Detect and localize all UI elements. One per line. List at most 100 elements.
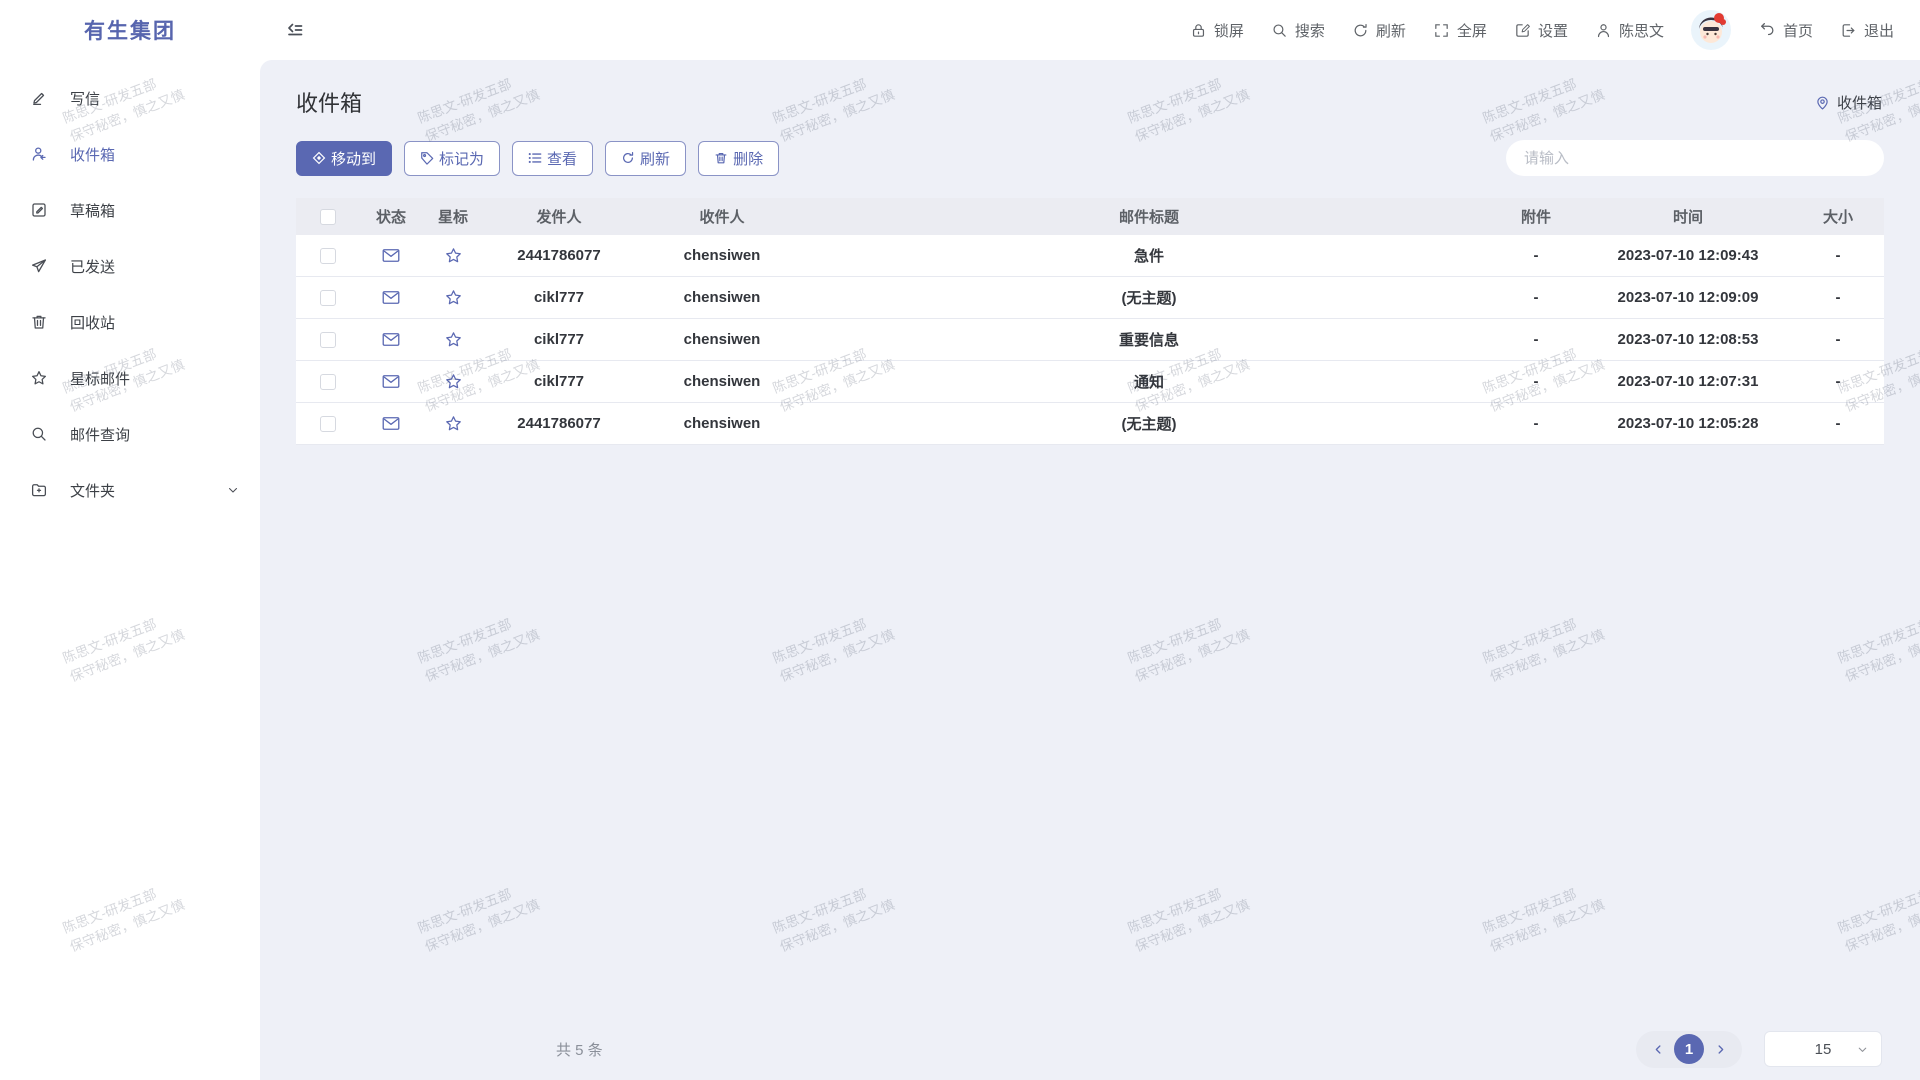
mail-subject: (无主题) [810, 413, 1488, 434]
mail-status-icon [382, 290, 400, 305]
refresh-icon [621, 151, 635, 165]
mail-row[interactable]: 2441786077 chensiwen (无主题) - 2023-07-10 … [296, 403, 1884, 445]
star-toggle-icon[interactable] [444, 372, 463, 391]
sidebar-item-compose[interactable]: 写信 [0, 70, 260, 126]
row-checkbox[interactable] [320, 290, 336, 306]
header-star: 星标 [422, 206, 484, 227]
home-button[interactable]: 首页 [1758, 20, 1813, 41]
page-number[interactable]: 1 [1674, 1034, 1704, 1064]
mail-row[interactable]: cikl777 chensiwen (无主题) - 2023-07-10 12:… [296, 277, 1884, 319]
refresh-list-button[interactable]: 刷新 [605, 141, 686, 176]
move-icon [312, 151, 326, 165]
view-button[interactable]: 查看 [512, 141, 593, 176]
inbox-user-icon [30, 145, 48, 163]
star-toggle-icon[interactable] [444, 246, 463, 265]
row-checkbox[interactable] [320, 332, 336, 348]
mail-size: - [1792, 289, 1884, 306]
pagination: 1 [1636, 1031, 1742, 1068]
mail-row[interactable]: cikl777 chensiwen 通知 - 2023-07-10 12:07:… [296, 361, 1884, 403]
mail-table-body: 2441786077 chensiwen 急件 - 2023-07-10 12:… [296, 235, 1884, 445]
panel-footer: 共 5 条 1 15 [556, 1030, 1882, 1068]
sidebar-collapse-button[interactable] [284, 20, 304, 40]
next-page-button[interactable] [1710, 1039, 1730, 1059]
mail-status-icon [382, 416, 400, 431]
topbar: 有生集团 锁屏 搜索 [0, 0, 1920, 60]
topbar-menu: 锁屏 搜索 刷新 全屏 [1190, 10, 1920, 50]
header-status: 状态 [360, 206, 422, 227]
draft-icon [30, 201, 48, 219]
mark-as-button[interactable]: 标记为 [404, 141, 500, 176]
mail-attachment: - [1488, 331, 1584, 348]
mail-table-header: 状态 星标 发件人 收件人 邮件标题 附件 时间 大小 [296, 198, 1884, 235]
select-all-checkbox[interactable] [320, 209, 336, 225]
list-icon [528, 151, 542, 165]
page-size-select[interactable]: 15 [1764, 1031, 1882, 1067]
sidebar-item-drafts[interactable]: 草稿箱 [0, 182, 260, 238]
mail-recipient: chensiwen [634, 415, 810, 432]
settings-button[interactable]: 设置 [1514, 20, 1568, 41]
header-sender: 发件人 [484, 206, 634, 227]
mail-status-icon [382, 248, 400, 263]
trash-icon [714, 151, 728, 165]
star-toggle-icon[interactable] [444, 288, 463, 307]
global-search-button[interactable]: 搜索 [1271, 20, 1325, 41]
total-count: 共 5 条 [556, 1039, 603, 1060]
menu-fold-icon [284, 20, 304, 40]
pencil-icon [30, 89, 48, 107]
sidebar-item-starred[interactable]: 星标邮件 [0, 350, 260, 406]
row-checkbox[interactable] [320, 248, 336, 264]
header-attachment: 附件 [1488, 206, 1584, 227]
mail-sender: cikl777 [484, 289, 634, 306]
row-checkbox[interactable] [320, 416, 336, 432]
mail-time: 2023-07-10 12:05:28 [1584, 415, 1792, 432]
search-icon [1271, 22, 1288, 39]
mail-recipient: chensiwen [634, 289, 810, 306]
mail-size: - [1792, 331, 1884, 348]
list-search-input[interactable] [1524, 150, 1866, 167]
sidebar-item-sent[interactable]: 已发送 [0, 238, 260, 294]
mail-sender: 2441786077 [484, 415, 634, 432]
prev-page-button[interactable] [1648, 1039, 1668, 1059]
mail-sender: 2441786077 [484, 247, 634, 264]
mail-row[interactable]: cikl777 chensiwen 重要信息 - 2023-07-10 12:0… [296, 319, 1884, 361]
sidebar-item-trash[interactable]: 回收站 [0, 294, 260, 350]
mail-sender: cikl777 [484, 331, 634, 348]
user-menu[interactable]: 陈思文 [1595, 20, 1664, 41]
mail-recipient: chensiwen [634, 331, 810, 348]
user-avatar[interactable] [1691, 10, 1731, 50]
lock-icon [1190, 22, 1207, 39]
sidebar-item-mail-search[interactable]: 邮件查询 [0, 406, 260, 462]
mail-size: - [1792, 247, 1884, 264]
list-search-box [1506, 140, 1884, 176]
tag-icon [420, 151, 434, 165]
mail-size: - [1792, 373, 1884, 390]
fullscreen-icon [1433, 22, 1450, 39]
mail-time: 2023-07-10 12:09:09 [1584, 289, 1792, 306]
folder-plus-icon [30, 481, 48, 499]
star-toggle-icon[interactable] [444, 414, 463, 433]
mail-row[interactable]: 2441786077 chensiwen 急件 - 2023-07-10 12:… [296, 235, 1884, 277]
header-size: 大小 [1792, 206, 1884, 227]
refresh-button[interactable]: 刷新 [1352, 20, 1406, 41]
star-icon [30, 369, 48, 387]
delete-button[interactable]: 删除 [698, 141, 779, 176]
mail-time: 2023-07-10 12:09:43 [1584, 247, 1792, 264]
header-subject: 邮件标题 [810, 206, 1488, 227]
header-recipient: 收件人 [634, 206, 810, 227]
move-to-button[interactable]: 移动到 [296, 141, 392, 176]
header-time: 时间 [1584, 206, 1792, 227]
mail-table: 状态 星标 发件人 收件人 邮件标题 附件 时间 大小 2441786077 c… [296, 198, 1884, 445]
lock-screen-button[interactable]: 锁屏 [1190, 20, 1244, 41]
location-pin-icon [1814, 94, 1831, 111]
content-panel: 收件箱 收件箱 移动到 标记为 [260, 60, 1920, 1080]
sidebar-item-folders[interactable]: 文件夹 [0, 462, 260, 518]
star-toggle-icon[interactable] [444, 330, 463, 349]
row-checkbox[interactable] [320, 374, 336, 390]
sidebar-item-inbox[interactable]: 收件箱 [0, 126, 260, 182]
fullscreen-button[interactable]: 全屏 [1433, 20, 1487, 41]
mail-subject: 急件 [810, 245, 1488, 266]
logout-button[interactable]: 退出 [1840, 20, 1894, 41]
mail-attachment: - [1488, 415, 1584, 432]
mail-toolbar: 移动到 标记为 查看 刷新 [296, 140, 1884, 176]
brand-logo: 有生集团 [0, 15, 260, 45]
